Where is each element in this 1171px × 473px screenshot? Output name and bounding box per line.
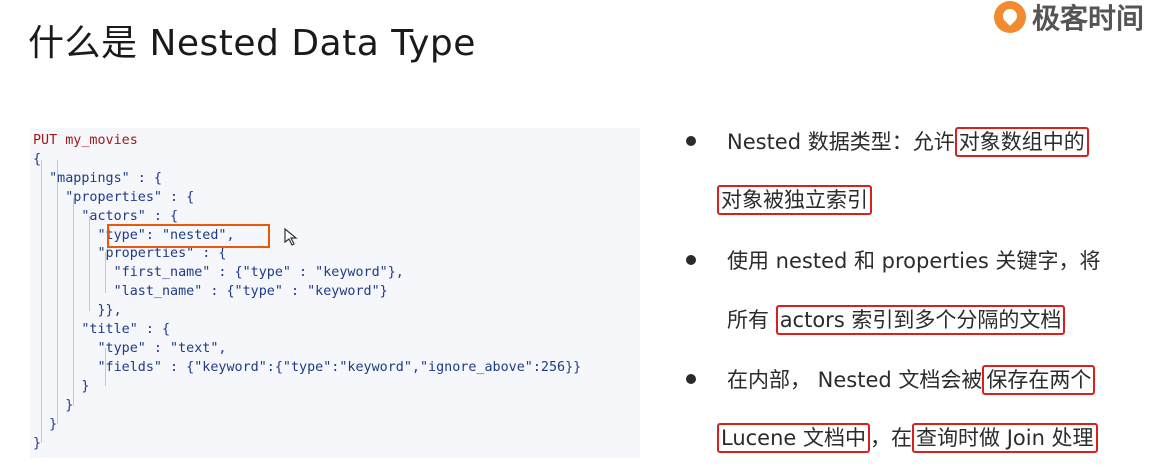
code-line: }},: [33, 303, 122, 319]
bullet-text: 所有: [727, 308, 776, 332]
bullet-text: Nested 数据类型：允许: [727, 130, 955, 154]
boxed-text: 保存在两个: [982, 365, 1096, 395]
bullet-2-line-1: 使用 nested 和 properties 关键字，将: [727, 245, 1101, 275]
code-line: }: [33, 397, 74, 413]
bullet-dot: [686, 136, 696, 146]
code-line: "fields" : {"keyword":{"type":"keyword",…: [33, 359, 582, 375]
code-line: "properties" : {: [33, 189, 195, 205]
code-block: PUT my_movies { "mappings" : { "properti…: [33, 132, 581, 453]
boxed-text: actors 索引到多个分隔的文档: [775, 305, 1066, 335]
code-panel: PUT my_movies { "mappings" : { "properti…: [30, 128, 640, 458]
bullet-2-line-2: 所有 actors 索引到多个分隔的文档: [727, 304, 1066, 335]
mouse-cursor-icon: [284, 227, 298, 246]
code-line: }: [33, 435, 42, 451]
bullet-dot: [686, 374, 696, 384]
code-line: }: [33, 416, 58, 432]
code-line: "properties" : {: [33, 246, 227, 262]
code-line: "mappings" : {: [33, 170, 162, 186]
nested-type-highlight: [107, 224, 270, 248]
boxed-text: Lucene 文档中: [717, 423, 871, 453]
boxed-text: 查询时做 Join 处理: [912, 423, 1098, 453]
code-line: {: [33, 151, 42, 167]
code-line: "actors" : {: [33, 208, 179, 224]
code-line: }: [33, 378, 90, 394]
bullet-list: Nested 数据类型：允许 对象数组中的 对象被独立索引 使用 nested 和…: [680, 0, 1171, 473]
boxed-text: 对象被独立索引: [717, 185, 872, 215]
code-line: "title" : {: [33, 322, 171, 338]
bullet-3-line-1: 在内部， Nested 文档会被 保存在两个: [727, 364, 1096, 395]
bullet-1-line-1: Nested 数据类型：允许 对象数组中的: [727, 126, 1089, 157]
code-line: "type" : "text",: [33, 340, 227, 356]
bullet-3-line-2: Lucene 文档中 ，在 查询时做 Join 处理: [717, 422, 1098, 453]
bullet-1-line-2: 对象被独立索引: [717, 184, 872, 215]
code-line: PUT my_movies: [33, 133, 138, 148]
boxed-text: 对象数组中的: [954, 127, 1089, 157]
bullet-text: 使用 nested 和 properties 关键字，将: [727, 249, 1101, 273]
bullet-text: 在内部， Nested 文档会被: [727, 368, 983, 392]
slide-title: 什么是 Nested Data Type: [28, 23, 476, 64]
bullet-dot: [686, 255, 696, 265]
code-line: "last_name" : {"type" : "keyword"}: [33, 284, 388, 300]
code-line: "first_name" : {"type" : "keyword"},: [33, 265, 404, 281]
bullet-text: ，在: [870, 426, 913, 450]
